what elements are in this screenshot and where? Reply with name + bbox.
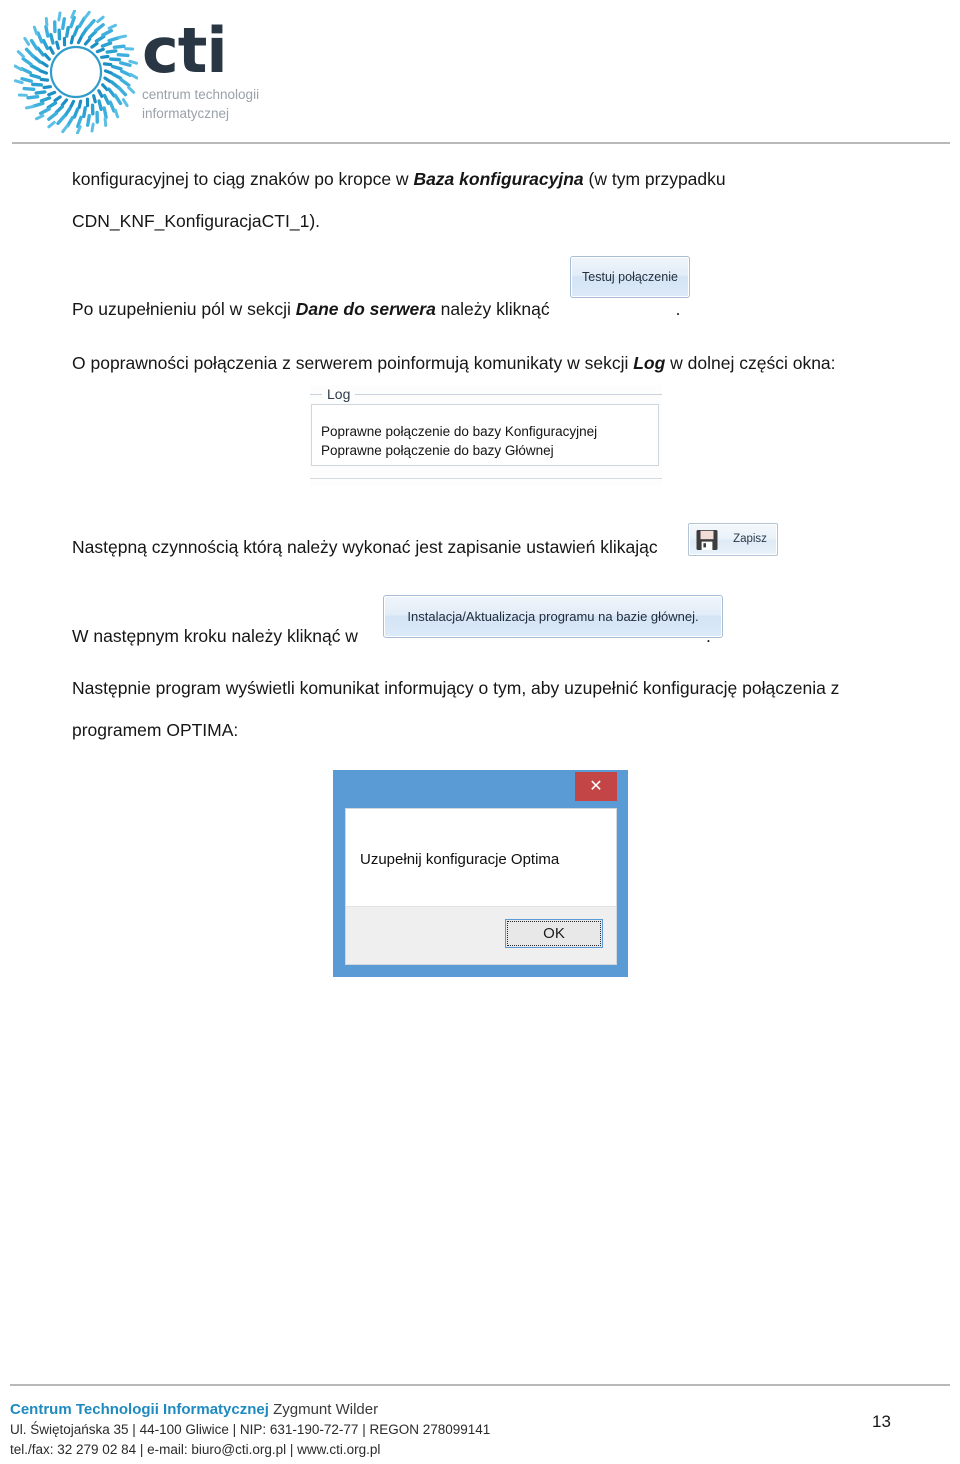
cti-wordmark: cti centrum technologii informatycznej xyxy=(142,18,292,122)
ok-button[interactable]: OK xyxy=(505,919,603,948)
paragraph-1-line2: CDN_KNF_KonfiguracjaCTI_1). xyxy=(72,200,902,242)
page-number: 13 xyxy=(872,1412,891,1431)
optima-dialog: ✕ Uzupełnij konfiguracje Optima OK xyxy=(333,770,628,977)
footer-address-line: Ul. Świętojańska 35 | 44-100 Gliwice | N… xyxy=(10,1422,491,1437)
p2-text-b: należy kliknąć xyxy=(435,299,550,319)
test-connection-button[interactable]: Testuj połączenie xyxy=(570,256,690,298)
paragraph-3: O poprawności połączenia z serwerem poin… xyxy=(72,342,902,384)
page-footer: Centrum Technologii Informatycznej Zygmu… xyxy=(0,1378,960,1464)
dialog-content: Uzupełnij konfiguracje Optima OK xyxy=(345,808,617,965)
footer-contact-block: Centrum Technologii Informatycznej Zygmu… xyxy=(10,1400,710,1460)
p3-text-a: O poprawności połączenia z serwerem poin… xyxy=(72,353,634,373)
save-button[interactable]: Zapisz xyxy=(688,523,778,556)
paragraph-6: Następnie program wyświetli komunikat in… xyxy=(72,667,902,709)
paragraph-6-line2: programem OPTIMA: xyxy=(72,709,902,751)
log-groupbox-bottom-edge xyxy=(310,478,662,479)
log-groupbox-legend: Log xyxy=(322,385,356,403)
p2-period: . xyxy=(675,299,681,319)
dialog-message: Uzupełnij konfiguracje Optima xyxy=(360,851,560,868)
log-line: Poprawne połączenie do bazy Konfiguracyj… xyxy=(321,424,598,439)
focus-ring xyxy=(507,921,601,946)
install-update-button-label: Instalacja/Aktualizacja programu na bazi… xyxy=(407,609,699,624)
header-divider xyxy=(12,142,950,144)
footer-company-line: Centrum Technologii Informatycznej Zygmu… xyxy=(10,1400,710,1420)
log-output-area[interactable]: Poprawne połączenie do bazy Konfiguracyj… xyxy=(311,404,659,466)
cti-swirl-logo-icon xyxy=(13,9,139,135)
cti-tagline-line2: informatycznej xyxy=(142,106,230,121)
cti-word: cti xyxy=(142,14,228,87)
close-icon[interactable]: ✕ xyxy=(575,772,617,801)
p5-text-a: W następnym kroku należy kliknąć w xyxy=(72,626,358,646)
save-button-label: Zapisz xyxy=(733,533,767,545)
paragraph-2: Po uzupełnieniu pól w sekcji Dane do ser… xyxy=(72,288,902,330)
p1-bold-baza-konfiguracyjna: Baza konfiguracyjna xyxy=(413,169,584,189)
dialog-footer: OK xyxy=(346,906,616,964)
log-line: Poprawne połączenie do bazy Głównej xyxy=(321,443,554,458)
footer-contact-line: tel./fax: 32 279 02 84 | e-mail: biuro@c… xyxy=(10,1442,381,1457)
p3-bold-log: Log xyxy=(633,353,666,373)
p2-bold-dane-do-serwera: Dane do serwera xyxy=(295,299,436,319)
p6-line1: Następnie program wyświetli komunikat in… xyxy=(72,678,840,698)
footer-divider xyxy=(10,1384,950,1386)
dialog-titlebar: ✕ xyxy=(333,770,628,808)
paragraph-1: konfiguracyjnej to ciąg znaków po kropce… xyxy=(72,158,902,200)
p1-text-a: konfiguracyjnej to ciąg znaków po kropce… xyxy=(72,169,414,189)
p2-text-a: Po uzupełnieniu pól w sekcji xyxy=(72,299,296,319)
log-groupbox-border xyxy=(310,394,662,395)
p1-line2-text: CDN_KNF_KonfiguracjaCTI_1). xyxy=(72,211,321,231)
log-groupbox: Log Poprawne połączenie do bazy Konfigur… xyxy=(310,385,662,485)
footer-person-name: Zygmunt Wilder xyxy=(268,1401,379,1418)
floppy-disk-icon xyxy=(695,528,719,552)
p3-text-b: w dolnej części okna: xyxy=(665,353,836,373)
cti-tagline-line1: centrum technologii xyxy=(142,87,260,102)
p6-line2: programem OPTIMA: xyxy=(72,720,239,740)
page-header: cti centrum technologii informatycznej xyxy=(0,0,960,150)
footer-company-name: Centrum Technologii Informatycznej xyxy=(10,1401,269,1418)
p4-text-a: Następną czynnością którą należy wykonać… xyxy=(72,537,658,557)
cti-logo: cti centrum technologii informatycznej xyxy=(13,8,294,136)
p1-text-b: (w tym przypadku xyxy=(583,169,726,189)
install-update-button[interactable]: Instalacja/Aktualizacja programu na bazi… xyxy=(383,595,723,638)
test-connection-button-label: Testuj połączenie xyxy=(582,270,678,284)
